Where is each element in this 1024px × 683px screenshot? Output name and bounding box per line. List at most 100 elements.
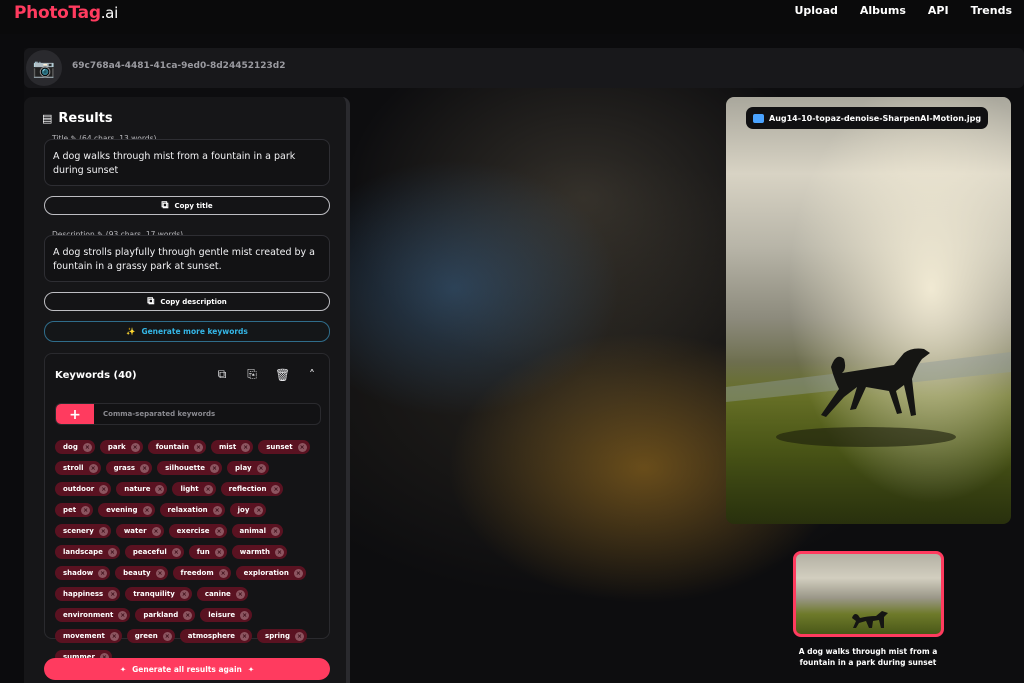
remove-keyword-icon[interactable]: ×	[155, 484, 165, 494]
keyword-tag[interactable]: leisure ×	[200, 608, 253, 622]
keyword-tag[interactable]: water ×	[115, 524, 164, 538]
keyword-tag[interactable]: environment ×	[55, 608, 131, 622]
chevron-up-icon[interactable]: ˄	[305, 368, 319, 382]
remove-keyword-icon[interactable]: ×	[241, 442, 251, 452]
keyword-tag[interactable]: nature ×	[116, 482, 168, 496]
remove-keyword-icon[interactable]: ×	[193, 442, 203, 452]
keyword-tag[interactable]: pet ×	[55, 503, 94, 517]
remove-keyword-icon[interactable]: ×	[275, 547, 285, 557]
remove-keyword-icon[interactable]: ×	[151, 526, 161, 536]
remove-keyword-icon[interactable]: ×	[214, 526, 224, 536]
remove-keyword-icon[interactable]: ×	[142, 505, 152, 515]
remove-keyword-icon[interactable]: ×	[293, 568, 303, 578]
remove-keyword-icon[interactable]: ×	[130, 442, 140, 452]
keyword-tag[interactable]: mist ×	[210, 440, 254, 454]
keyword-tag[interactable]: freedom ×	[172, 566, 231, 580]
add-keyword-button[interactable]: +	[56, 404, 94, 424]
remove-keyword-icon[interactable]: ×	[240, 631, 250, 641]
keyword-tag[interactable]: sunset ×	[258, 440, 310, 454]
keyword-tag[interactable]: spring ×	[257, 629, 308, 643]
keyword-tag[interactable]: stroll ×	[55, 461, 101, 475]
remove-keyword-icon[interactable]: ×	[162, 631, 172, 641]
keyword-tag[interactable]: exercise ×	[168, 524, 227, 538]
keyword-tag[interactable]: movement ×	[55, 629, 122, 643]
remove-keyword-icon[interactable]: ×	[108, 589, 118, 599]
keyword-tag[interactable]: park ×	[99, 440, 143, 454]
delete-icon[interactable]: 🗑	[275, 368, 290, 382]
keyword-tag[interactable]: green ×	[126, 629, 175, 643]
keyword-tag[interactable]: fountain ×	[147, 440, 206, 454]
remove-keyword-icon[interactable]: ×	[210, 463, 220, 473]
remove-keyword-icon[interactable]: ×	[179, 589, 189, 599]
remove-keyword-icon[interactable]: ×	[212, 505, 222, 515]
remove-keyword-icon[interactable]: ×	[109, 631, 119, 641]
remove-keyword-icon[interactable]: ×	[240, 610, 250, 620]
keyword-tag[interactable]: outdoor ×	[55, 482, 112, 496]
remove-keyword-icon[interactable]: ×	[235, 589, 245, 599]
keyword-tag[interactable]: fun ×	[188, 545, 227, 559]
nav-albums[interactable]: Albums	[860, 4, 906, 17]
keyword-tag[interactable]: canine ×	[196, 587, 248, 601]
copy-keywords-icon[interactable]: ⧉	[215, 367, 229, 382]
keyword-tag[interactable]: dog ×	[55, 440, 95, 454]
keyword-tag[interactable]: relaxation ×	[159, 503, 225, 517]
remove-keyword-icon[interactable]: ×	[218, 568, 228, 578]
remove-keyword-icon[interactable]: ×	[98, 568, 108, 578]
keyword-tag[interactable]: animal ×	[231, 524, 284, 538]
document-id: 69c768a4-4481-41ca-9ed0-8d24452123d2	[72, 61, 286, 71]
remove-keyword-icon[interactable]: ×	[118, 610, 128, 620]
remove-keyword-icon[interactable]: ×	[271, 484, 281, 494]
keyword-tag[interactable]: light ×	[172, 482, 216, 496]
remove-keyword-icon[interactable]: ×	[140, 463, 150, 473]
keyword-tag-label: movement	[63, 632, 105, 640]
keyword-tag[interactable]: parkland ×	[135, 608, 196, 622]
title-field[interactable]: A dog walks through mist from a fountain…	[44, 139, 330, 186]
remove-keyword-icon[interactable]: ×	[203, 484, 213, 494]
keyword-tag[interactable]: warmth ×	[231, 545, 288, 559]
remove-keyword-icon[interactable]: ×	[107, 547, 117, 557]
remove-keyword-icon[interactable]: ×	[295, 631, 305, 641]
keyword-tag-label: spring	[265, 632, 291, 640]
remove-keyword-icon[interactable]: ×	[183, 610, 193, 620]
remove-keyword-icon[interactable]: ×	[254, 505, 264, 515]
keyword-tag[interactable]: scenery ×	[55, 524, 111, 538]
nav-upload[interactable]: Upload	[794, 4, 837, 17]
keyword-tag[interactable]: happiness ×	[55, 587, 121, 601]
remove-keyword-icon[interactable]: ×	[155, 568, 165, 578]
remove-keyword-icon[interactable]: ×	[88, 463, 98, 473]
remove-keyword-icon[interactable]: ×	[214, 547, 224, 557]
copy-title-button[interactable]: ⧉ Copy title	[44, 196, 330, 215]
keyword-input[interactable]: Comma-separated keywords	[103, 410, 215, 418]
generate-more-keywords-button[interactable]: ✨ Generate more keywords	[44, 321, 330, 342]
keyword-tag[interactable]: atmosphere ×	[179, 629, 253, 643]
keyword-tag[interactable]: joy ×	[229, 503, 267, 517]
logo[interactable]: PhotoTag.ai	[14, 0, 118, 26]
keyword-tag[interactable]: beauty ×	[115, 566, 168, 580]
remove-keyword-icon[interactable]: ×	[171, 547, 181, 557]
keyword-tag[interactable]: grass ×	[105, 461, 153, 475]
remove-keyword-icon[interactable]: ×	[256, 463, 266, 473]
keyword-tag[interactable]: shadow ×	[55, 566, 111, 580]
nav-api[interactable]: API	[928, 4, 949, 17]
remove-keyword-icon[interactable]: ×	[81, 505, 91, 515]
remove-keyword-icon[interactable]: ×	[98, 526, 108, 536]
keyword-tag-label: freedom	[180, 569, 214, 577]
keyword-tag[interactable]: play ×	[227, 461, 269, 475]
keyword-tag[interactable]: silhouette ×	[157, 461, 223, 475]
nav-trends[interactable]: Trends	[971, 4, 1012, 17]
photo-thumbnail[interactable]	[793, 551, 944, 637]
remove-keyword-icon[interactable]: ×	[82, 442, 92, 452]
generate-all-again-button[interactable]: ✦ Generate all results again ✦	[44, 658, 330, 680]
remove-keyword-icon[interactable]: ×	[297, 442, 307, 452]
keyword-tag[interactable]: peaceful ×	[124, 545, 184, 559]
remove-keyword-icon[interactable]: ×	[99, 484, 109, 494]
keyword-tag[interactable]: exploration ×	[235, 566, 306, 580]
keyword-tag[interactable]: reflection ×	[220, 482, 284, 496]
keyword-tag[interactable]: tranquility ×	[125, 587, 192, 601]
description-field[interactable]: A dog strolls playfully through gentle m…	[44, 235, 330, 282]
remove-keyword-icon[interactable]: ×	[271, 526, 281, 536]
paste-keywords-icon[interactable]: ⎘	[245, 367, 259, 382]
copy-description-button[interactable]: ⧉ Copy description	[44, 292, 330, 311]
keyword-tag[interactable]: landscape ×	[55, 545, 120, 559]
keyword-tag[interactable]: evening ×	[98, 503, 155, 517]
